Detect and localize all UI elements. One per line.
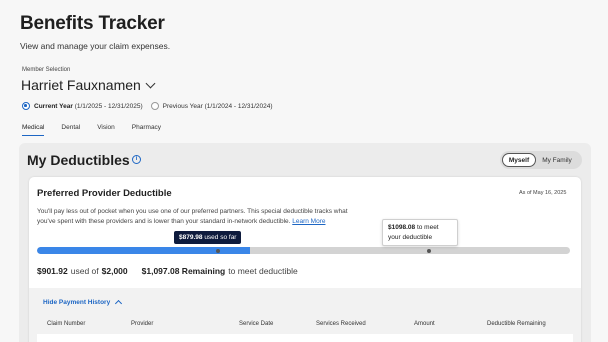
deductibles-title: My Deductibles [27, 152, 130, 168]
used-tooltip: $879.98 used so far [174, 231, 242, 244]
card-description: You'll pay less out of pocket when you u… [37, 207, 357, 227]
current-year-label: Current Year [34, 102, 73, 110]
benefit-tabs: Medical Dental Vision Pharmacy [22, 124, 178, 136]
meet-tooltip: $1098.08 to meet your deductible [382, 219, 458, 246]
col-amount: Amount [414, 321, 435, 327]
as-of-date: As of May 16, 2025 [519, 190, 567, 196]
member-selection-label: Member Selection [22, 67, 71, 73]
toggle-my-family[interactable]: My Family [536, 153, 578, 167]
tab-dental[interactable]: Dental [61, 124, 80, 136]
used-amount: $901.92 [37, 266, 68, 276]
col-deductible-remaining: Deductible Remaining [487, 321, 546, 327]
tab-vision[interactable]: Vision [97, 124, 115, 136]
page-title: Benefits Tracker [20, 13, 165, 34]
hide-payment-history-button[interactable]: Hide Payment History [43, 299, 123, 308]
tooltip-used-amount: $879.98 [179, 234, 203, 241]
chevron-down-icon [145, 78, 156, 88]
tooltip-used-text: used so far [204, 234, 237, 241]
remaining-marker-icon[interactable] [427, 249, 431, 253]
remaining-suffix: to meet deductible [228, 266, 298, 276]
toggle-myself[interactable]: Myself [502, 153, 536, 167]
learn-more-link[interactable]: Learn More [292, 218, 325, 225]
col-services-received: Services Received [316, 321, 366, 327]
tab-medical[interactable]: Medical [22, 124, 45, 136]
previous-year-radio[interactable] [150, 102, 159, 110]
year-radio-group: Current Year (1/1/2025 - 12/31/2025) Pre… [22, 102, 281, 110]
tooltip-meet-amount: $1098.08 [388, 224, 416, 231]
col-provider: Provider [131, 321, 154, 327]
col-claim-number: Claim Number [47, 321, 86, 327]
member-name: Harriet Fauxnamen [21, 77, 141, 93]
page-subtitle: View and manage your claim expenses. [20, 41, 171, 51]
total-amount: $2,000 [101, 266, 128, 276]
previous-year-option[interactable]: Previous Year (1/1/2024 - 12/31/2024) [150, 102, 273, 110]
history-toggle-label: Hide Payment History [43, 299, 111, 306]
myself-family-toggle: Myself My Family [500, 151, 582, 169]
payment-history-table [37, 334, 573, 342]
tab-pharmacy[interactable]: Pharmacy [132, 124, 161, 136]
card-title: Preferred Provider Deductible [37, 188, 172, 199]
chevron-up-icon [115, 299, 123, 308]
deductible-progress-bar [37, 247, 570, 254]
info-icon[interactable]: i [132, 155, 141, 164]
used-of-label: used of [70, 266, 99, 276]
previous-year-label: Previous Year (1/1/2024 - 12/31/2024) [162, 102, 273, 110]
member-select[interactable]: Harriet Fauxnamen [21, 77, 156, 93]
current-year-option[interactable]: Current Year (1/1/2025 - 12/31/2025) [22, 102, 143, 110]
current-year-radio[interactable] [22, 102, 30, 110]
remaining-amount: $1,097.08 Remaining [141, 266, 226, 276]
used-marker-icon[interactable] [216, 249, 220, 253]
col-service-date: Service Date [239, 321, 274, 327]
deductible-summary: $901.92 used of $2,000 $1,097.08 Remaini… [37, 266, 301, 276]
current-year-range: (1/1/2025 - 12/31/2025) [74, 102, 143, 110]
